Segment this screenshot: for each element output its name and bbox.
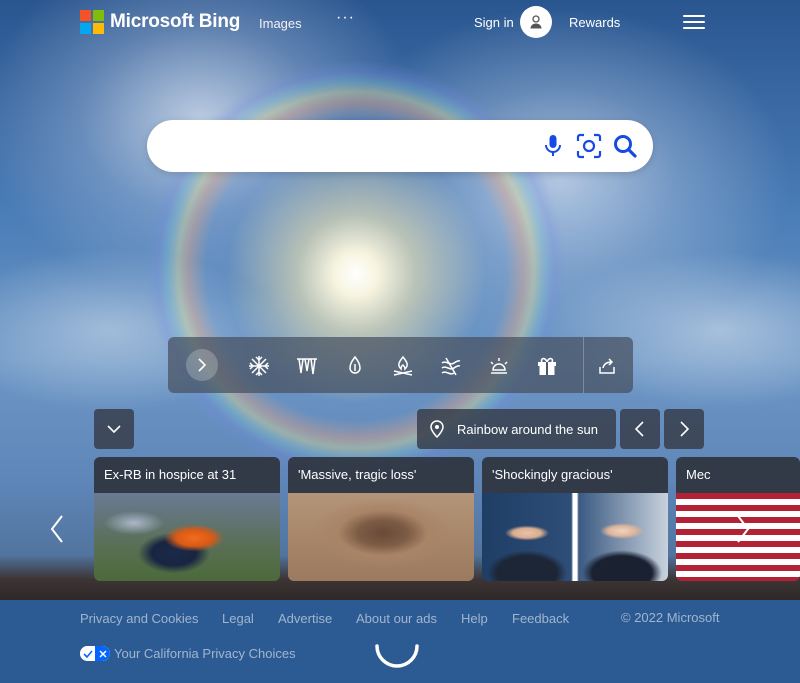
campfire-icon[interactable] xyxy=(390,353,416,379)
wind-icon[interactable] xyxy=(438,353,464,379)
carousel-next-icon[interactable] xyxy=(732,512,754,546)
gift-icon[interactable] xyxy=(534,353,560,379)
news-card-title: Mec xyxy=(686,467,711,482)
news-card[interactable]: 'Shockingly gracious' xyxy=(482,457,668,581)
weather-alert-icon[interactable] xyxy=(486,353,512,379)
chevron-left-icon xyxy=(635,421,644,437)
snowflake-icon[interactable] xyxy=(246,353,272,379)
chevron-right-icon xyxy=(680,421,689,437)
image-title: Rainbow around the sun xyxy=(457,421,598,437)
copyright: © 2022 Microsoft xyxy=(621,610,720,625)
footer-link-legal[interactable]: Legal xyxy=(222,611,254,626)
news-card[interactable]: 'Massive, tragic loss' xyxy=(288,457,474,581)
footer-link-help[interactable]: Help xyxy=(461,611,488,626)
search-icon[interactable] xyxy=(611,131,639,161)
footer-link-privacy[interactable]: Privacy and Cookies xyxy=(80,611,199,626)
news-card-image xyxy=(94,493,280,581)
news-card[interactable]: Ex-RB in hospice at 31 xyxy=(94,457,280,581)
privacy-choices-label: Your California Privacy Choices xyxy=(114,646,296,661)
thermometer-icon[interactable] xyxy=(342,353,368,379)
news-card-image xyxy=(482,493,668,581)
previous-image-button[interactable] xyxy=(620,409,660,449)
bing-logo[interactable]: Microsoft Bing xyxy=(80,10,240,34)
user-avatar-icon[interactable] xyxy=(520,6,552,38)
news-card-title: 'Massive, tragic loss' xyxy=(298,467,417,482)
news-card-image xyxy=(288,493,474,581)
rewards-link[interactable]: Rewards xyxy=(569,15,620,30)
microsoft-logo-icon xyxy=(80,10,104,34)
search-input[interactable] xyxy=(169,132,529,160)
icicles-icon[interactable] xyxy=(294,353,320,379)
toolbar-divider xyxy=(583,337,584,393)
privacy-choices-link[interactable]: Your California Privacy Choices xyxy=(80,646,296,661)
news-card-title: Ex-RB in hospice at 31 xyxy=(104,467,237,482)
visual-search-icon[interactable] xyxy=(575,132,603,160)
image-info-button[interactable]: Rainbow around the sun xyxy=(417,409,616,449)
location-pin-icon xyxy=(427,419,447,439)
collapse-feed-button[interactable] xyxy=(94,409,134,449)
footer-link-about-ads[interactable]: About our ads xyxy=(356,611,437,626)
privacy-options-icon xyxy=(80,646,110,661)
chevron-right-icon[interactable] xyxy=(186,349,218,381)
nav-more-button[interactable]: ··· xyxy=(336,9,355,27)
microphone-icon[interactable] xyxy=(541,131,565,161)
nav-images-link[interactable]: Images xyxy=(259,16,302,31)
footer-link-advertise[interactable]: Advertise xyxy=(278,611,332,626)
share-icon[interactable] xyxy=(594,353,620,379)
next-image-button[interactable] xyxy=(664,409,704,449)
menu-hamburger-icon[interactable] xyxy=(683,13,705,31)
carousel-prev-icon[interactable] xyxy=(46,512,68,546)
footer-link-feedback[interactable]: Feedback xyxy=(512,611,569,626)
chevron-down-icon xyxy=(107,425,121,434)
loading-spinner-icon xyxy=(373,626,421,674)
news-card-title: 'Shockingly gracious' xyxy=(492,467,613,482)
quick-toolbar xyxy=(168,337,633,393)
sign-in-link[interactable]: Sign in xyxy=(474,15,514,30)
brand-name: Microsoft Bing xyxy=(110,11,241,32)
